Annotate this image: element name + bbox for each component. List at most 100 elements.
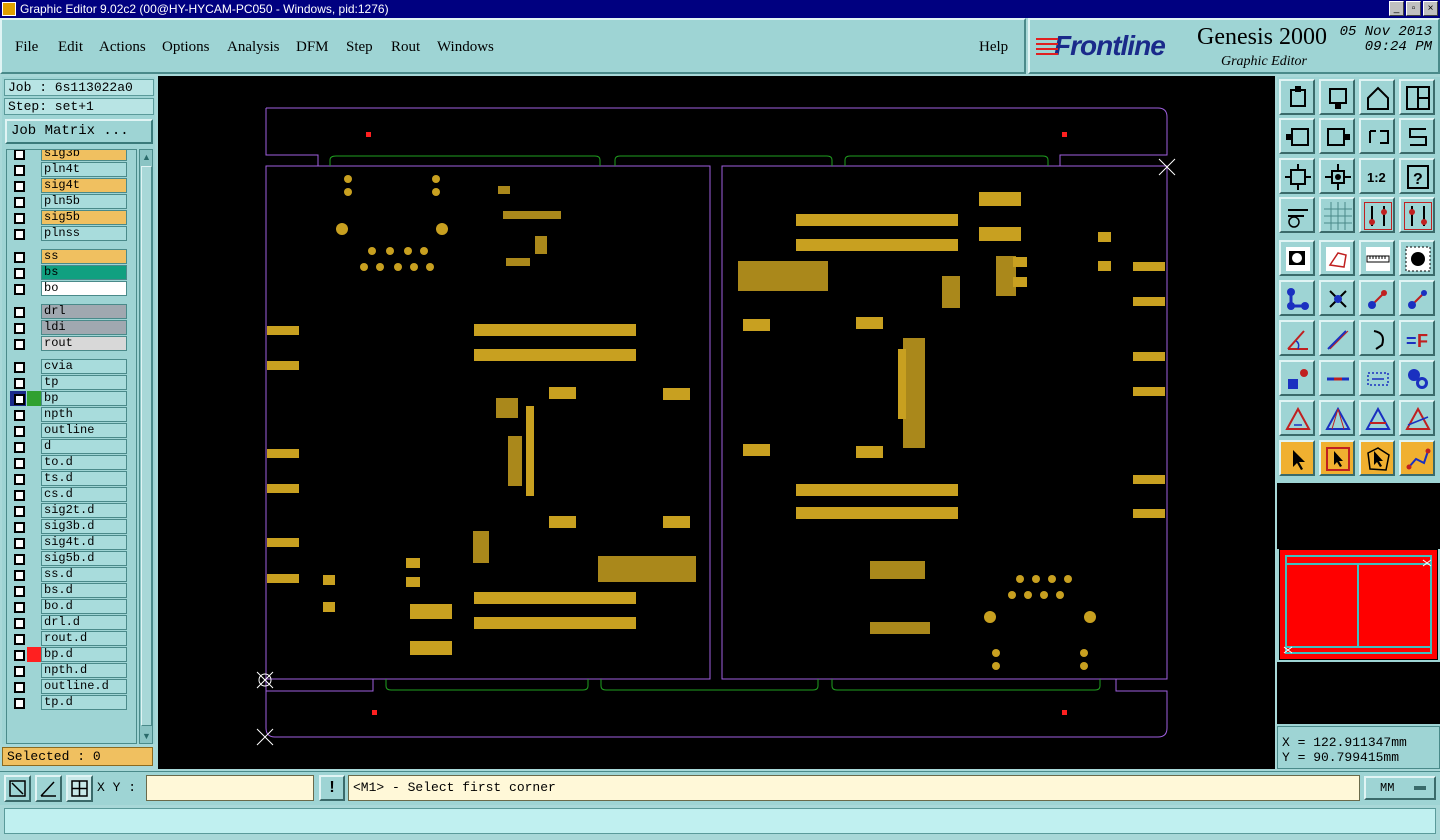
layer-color-swatch[interactable] — [27, 162, 41, 177]
layer-row[interactable]: tp — [7, 375, 136, 390]
tool-settings-icon[interactable] — [1279, 197, 1315, 233]
tool-pan-left-icon[interactable] — [1279, 118, 1315, 154]
layer-row[interactable]: npth.d — [7, 663, 136, 678]
layer-name[interactable]: outline.d — [41, 679, 127, 694]
layer-checkbox[interactable] — [10, 535, 26, 550]
tool-select-net-icon[interactable] — [1399, 440, 1435, 476]
xy-input[interactable] — [146, 775, 314, 801]
layer-row[interactable]: ts.d — [7, 471, 136, 486]
layer-scrollbar[interactable]: ▲ ▼ — [139, 149, 153, 744]
graphic-canvas[interactable] — [158, 76, 1275, 769]
tool-grid-icon[interactable] — [1319, 197, 1355, 233]
close-button[interactable]: × — [1423, 1, 1438, 16]
tool-home-icon[interactable] — [1359, 79, 1395, 115]
layer-color-swatch[interactable] — [27, 487, 41, 502]
tool-arc-icon[interactable] — [1359, 320, 1395, 356]
layer-row[interactable]: plnss — [7, 226, 136, 241]
menu-edit[interactable]: Edit — [58, 39, 83, 56]
layer-row[interactable]: outline.d — [7, 679, 136, 694]
layer-row[interactable]: bo — [7, 281, 136, 296]
layer-color-swatch[interactable] — [27, 503, 41, 518]
layer-color-swatch[interactable] — [27, 178, 41, 193]
scroll-thumb[interactable] — [141, 166, 152, 726]
layer-color-swatch[interactable] — [27, 375, 41, 390]
menu-file[interactable]: File — [15, 39, 38, 56]
layer-name[interactable]: rout.d — [41, 631, 127, 646]
tool-snap-center-icon[interactable] — [1359, 197, 1395, 233]
tool-ruler-icon[interactable] — [1359, 240, 1395, 276]
layer-checkbox[interactable] — [10, 695, 26, 710]
layer-name[interactable]: bp — [41, 391, 127, 406]
measure-angle-icon[interactable] — [35, 775, 62, 802]
layer-checkbox[interactable] — [10, 679, 26, 694]
layer-row[interactable]: outline — [7, 423, 136, 438]
snap-grid-icon[interactable] — [66, 775, 93, 802]
layer-name[interactable]: sig2t.d — [41, 503, 127, 518]
layer-checkbox[interactable] — [10, 249, 26, 264]
layer-color-swatch[interactable] — [27, 249, 41, 264]
layer-name[interactable]: sig3b.d — [41, 519, 127, 534]
layer-checkbox[interactable] — [10, 320, 26, 335]
layer-row[interactable]: sig3b — [7, 150, 136, 161]
menu-dfm[interactable]: DFM — [296, 39, 329, 56]
layer-checkbox[interactable] — [10, 194, 26, 209]
layer-checkbox[interactable] — [10, 178, 26, 193]
tool-redraw-icon[interactable] — [1399, 118, 1435, 154]
layer-checkbox[interactable] — [10, 487, 26, 502]
layer-row[interactable]: npth — [7, 407, 136, 422]
layer-color-swatch[interactable] — [27, 320, 41, 335]
menu-windows[interactable]: Windows — [437, 39, 494, 56]
tool-feature-icon[interactable] — [1279, 360, 1315, 396]
layer-name[interactable]: d — [41, 439, 127, 454]
layer-name[interactable]: cs.d — [41, 487, 127, 502]
layer-name[interactable]: ss — [41, 249, 127, 264]
layer-name[interactable]: sig5b — [41, 210, 127, 225]
layer-name[interactable]: bo.d — [41, 599, 127, 614]
layer-color-swatch[interactable] — [27, 304, 41, 319]
tool-connect2-icon[interactable] — [1399, 280, 1435, 316]
tool-triangle-icon[interactable] — [1279, 400, 1315, 436]
maximize-button[interactable]: ▫ — [1406, 1, 1421, 16]
layer-color-swatch[interactable] — [27, 679, 41, 694]
layer-color-swatch[interactable] — [27, 359, 41, 374]
layer-name[interactable]: bo — [41, 281, 127, 296]
layer-checkbox[interactable] — [10, 359, 26, 374]
tool-triangle2-icon[interactable] — [1319, 400, 1355, 436]
layer-color-swatch[interactable] — [27, 336, 41, 351]
layer-row[interactable]: sig5b — [7, 210, 136, 225]
layer-checkbox[interactable] — [10, 599, 26, 614]
layer-name[interactable]: cvia — [41, 359, 127, 374]
layer-checkbox[interactable] — [10, 631, 26, 646]
tool-snap-edge-icon[interactable] — [1399, 197, 1435, 233]
tool-net-icon[interactable] — [1279, 280, 1315, 316]
tool-line-icon[interactable] — [1319, 320, 1355, 356]
layer-color-swatch[interactable] — [27, 663, 41, 678]
layer-row[interactable]: sig4t — [7, 178, 136, 193]
layer-name[interactable]: bs — [41, 265, 127, 280]
layer-checkbox[interactable] — [10, 439, 26, 454]
minimize-button[interactable]: _ — [1389, 1, 1404, 16]
layer-checkbox[interactable] — [10, 567, 26, 582]
tool-minus-icon[interactable] — [1319, 360, 1355, 396]
layer-row[interactable]: bs.d — [7, 583, 136, 598]
tool-zoom-home-icon[interactable] — [1279, 79, 1315, 115]
layer-checkbox[interactable] — [10, 150, 26, 161]
layer-color-swatch[interactable] — [27, 471, 41, 486]
layer-checkbox[interactable] — [10, 304, 26, 319]
overview-map[interactable] — [1279, 549, 1438, 660]
layer-name[interactable]: bs.d — [41, 583, 127, 598]
tool-select-poly-icon[interactable] — [1359, 440, 1395, 476]
layer-color-swatch[interactable] — [27, 281, 41, 296]
layer-row[interactable]: pln4t — [7, 162, 136, 177]
menu-analysis[interactable]: Analysis — [227, 39, 280, 56]
layer-checkbox[interactable] — [10, 615, 26, 630]
layer-row[interactable]: bp.d — [7, 647, 136, 662]
layer-color-swatch[interactable] — [27, 423, 41, 438]
tool-measure-icon[interactable] — [1359, 360, 1395, 396]
layer-color-swatch[interactable] — [27, 583, 41, 598]
layer-row[interactable]: cs.d — [7, 487, 136, 502]
layer-checkbox[interactable] — [10, 265, 26, 280]
menu-step[interactable]: Step — [346, 39, 373, 56]
layer-row[interactable]: drl.d — [7, 615, 136, 630]
pcb-drawing[interactable] — [158, 76, 1275, 769]
